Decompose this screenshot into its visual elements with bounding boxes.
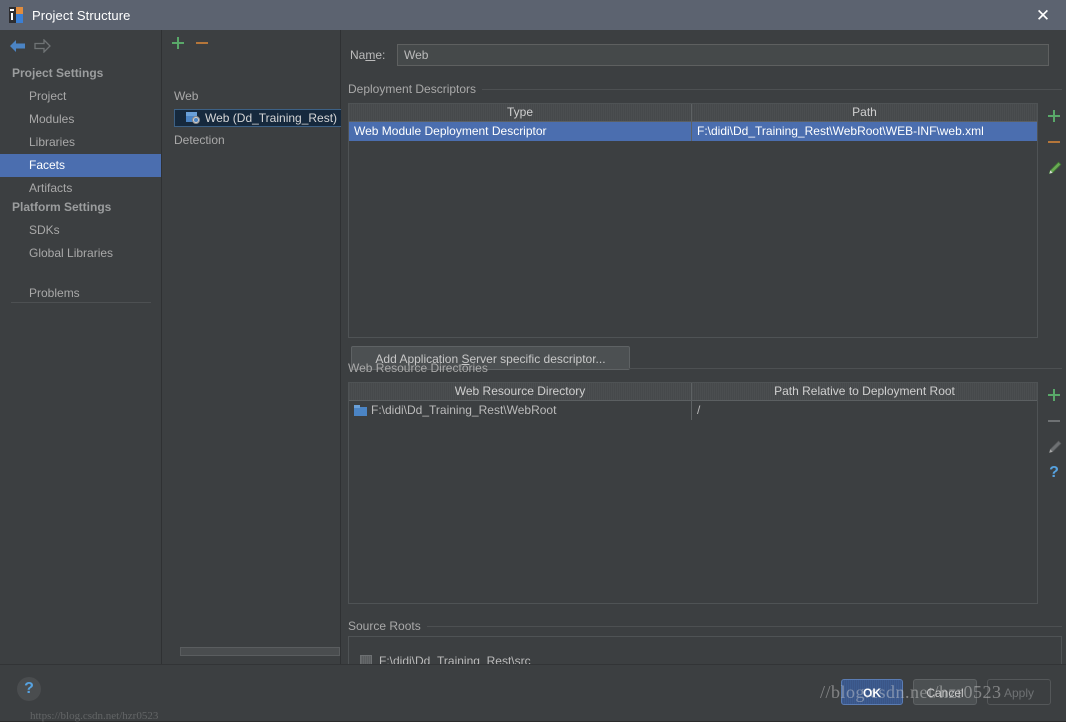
sidebar-group-project-settings: Project Settings xyxy=(12,66,104,80)
cell-web-resource-directory: F:\didi\Dd_Training_Rest\WebRoot xyxy=(349,401,691,420)
edit-descriptor-icon[interactable] xyxy=(1041,155,1066,181)
cell-path: F:\didi\Dd_Training_Rest\WebRoot\WEB-INF… xyxy=(691,122,1037,141)
window-title: Project Structure xyxy=(32,7,131,23)
deployment-descriptors-label: Deployment Descriptors xyxy=(348,82,477,96)
add-facet-icon[interactable] xyxy=(170,35,186,51)
column-header-path[interactable]: Path xyxy=(691,104,1037,121)
help-web-resource-icon[interactable]: ? xyxy=(1041,460,1066,486)
add-web-resource-icon[interactable] xyxy=(1041,382,1066,408)
sidebar-item-problems[interactable]: Problems xyxy=(0,282,161,305)
cell-path-relative: / xyxy=(691,401,1037,420)
question-icon: ? xyxy=(24,680,34,697)
sidebar-item-project[interactable]: Project xyxy=(0,85,161,108)
remove-descriptor-icon[interactable] xyxy=(1041,129,1066,155)
question-icon: ? xyxy=(1049,464,1059,481)
name-row: Name: xyxy=(350,43,1062,67)
facet-tree-horizontal-scrollbar[interactable] xyxy=(180,647,340,656)
help-button[interactable]: ? xyxy=(17,677,41,701)
web-resource-directories-label: Web Resource Directories xyxy=(348,361,488,375)
deployment-descriptors-section-header: Deployment Descriptors xyxy=(348,82,1062,96)
facet-tree-panel: Web Web (Dd_Training_Rest) Detection xyxy=(162,30,352,664)
facet-tree-toolbar xyxy=(162,30,340,56)
navigation-arrows xyxy=(0,34,161,60)
apply-button: Apply xyxy=(987,679,1051,705)
remove-facet-icon[interactable] xyxy=(194,35,210,51)
table-header-row: Web Resource Directory Path Relative to … xyxy=(349,383,1037,401)
sidebar-item-facets[interactable]: Facets xyxy=(0,154,161,177)
cell-type: Web Module Deployment Descriptor xyxy=(354,124,547,138)
settings-sidebar: Project Settings Project Modules Librari… xyxy=(0,30,162,664)
add-descriptor-icon[interactable] xyxy=(1041,103,1066,129)
facet-group-detection: Detection xyxy=(174,133,225,147)
facet-group-web: Web xyxy=(174,89,199,103)
facet-settings-content: Name: Deployment Descriptors Type Path W… xyxy=(341,30,1066,664)
arrow-right-icon xyxy=(33,39,51,53)
facet-node-web-dd-training-rest[interactable]: Web (Dd_Training_Rest) xyxy=(174,109,352,127)
deployment-descriptors-toolbar xyxy=(1041,103,1066,181)
source-roots-section-header: Source Roots xyxy=(348,619,1062,633)
dialog-body: Project Settings Project Modules Librari… xyxy=(0,30,1066,721)
section-rule xyxy=(426,625,1062,627)
intellij-idea-icon xyxy=(8,7,24,23)
section-rule xyxy=(482,88,1062,90)
remove-web-resource-icon xyxy=(1041,408,1066,434)
cancel-button[interactable]: Cancel xyxy=(913,679,977,705)
web-resource-directories-section-header: Web Resource Directories xyxy=(348,361,1062,375)
source-roots-label: Source Roots xyxy=(348,619,421,633)
column-header-path-relative[interactable]: Path Relative to Deployment Root xyxy=(691,383,1037,400)
sidebar-item-global-libraries[interactable]: Global Libraries xyxy=(0,242,161,265)
arrow-left-icon[interactable] xyxy=(9,39,27,53)
project-structure-dialog: Project Structure ✕ Project Settings Pro… xyxy=(0,0,1066,722)
folder-icon xyxy=(354,405,367,416)
edit-web-resource-icon xyxy=(1041,434,1066,460)
ok-button[interactable]: OK xyxy=(841,679,903,705)
sidebar-item-modules[interactable]: Modules xyxy=(0,108,161,131)
sidebar-item-sdks[interactable]: SDKs xyxy=(0,219,161,242)
web-facet-icon xyxy=(186,111,200,125)
facet-node-label: Web (Dd_Training_Rest) xyxy=(205,111,338,125)
dialog-footer: ? OK Cancel Apply xyxy=(0,664,1066,721)
web-resource-directories-toolbar: ? xyxy=(1041,382,1066,486)
web-resource-directories-table: Web Resource Directory Path Relative to … xyxy=(348,382,1038,604)
sidebar-item-libraries[interactable]: Libraries xyxy=(0,131,161,154)
name-label: Name: xyxy=(350,48,386,62)
column-header-web-resource-directory[interactable]: Web Resource Directory xyxy=(349,383,691,400)
sidebar-item-artifacts[interactable]: Artifacts xyxy=(0,177,161,200)
table-header-row: Type Path xyxy=(349,104,1037,122)
sidebar-group-platform-settings: Platform Settings xyxy=(12,200,112,214)
cell-web-resource-directory-label: F:\didi\Dd_Training_Rest\WebRoot xyxy=(371,403,557,417)
section-rule xyxy=(493,367,1062,369)
title-bar: Project Structure ✕ xyxy=(0,0,1066,31)
name-input[interactable] xyxy=(397,44,1049,66)
table-row[interactable]: Web Module Deployment Descriptor F:\didi… xyxy=(349,122,1037,141)
column-header-type[interactable]: Type xyxy=(349,104,691,121)
deployment-descriptors-table: Type Path Web Module Deployment Descript… xyxy=(348,103,1038,338)
table-row[interactable]: F:\didi\Dd_Training_Rest\WebRoot / xyxy=(349,401,1037,420)
close-icon[interactable]: ✕ xyxy=(1020,0,1066,30)
